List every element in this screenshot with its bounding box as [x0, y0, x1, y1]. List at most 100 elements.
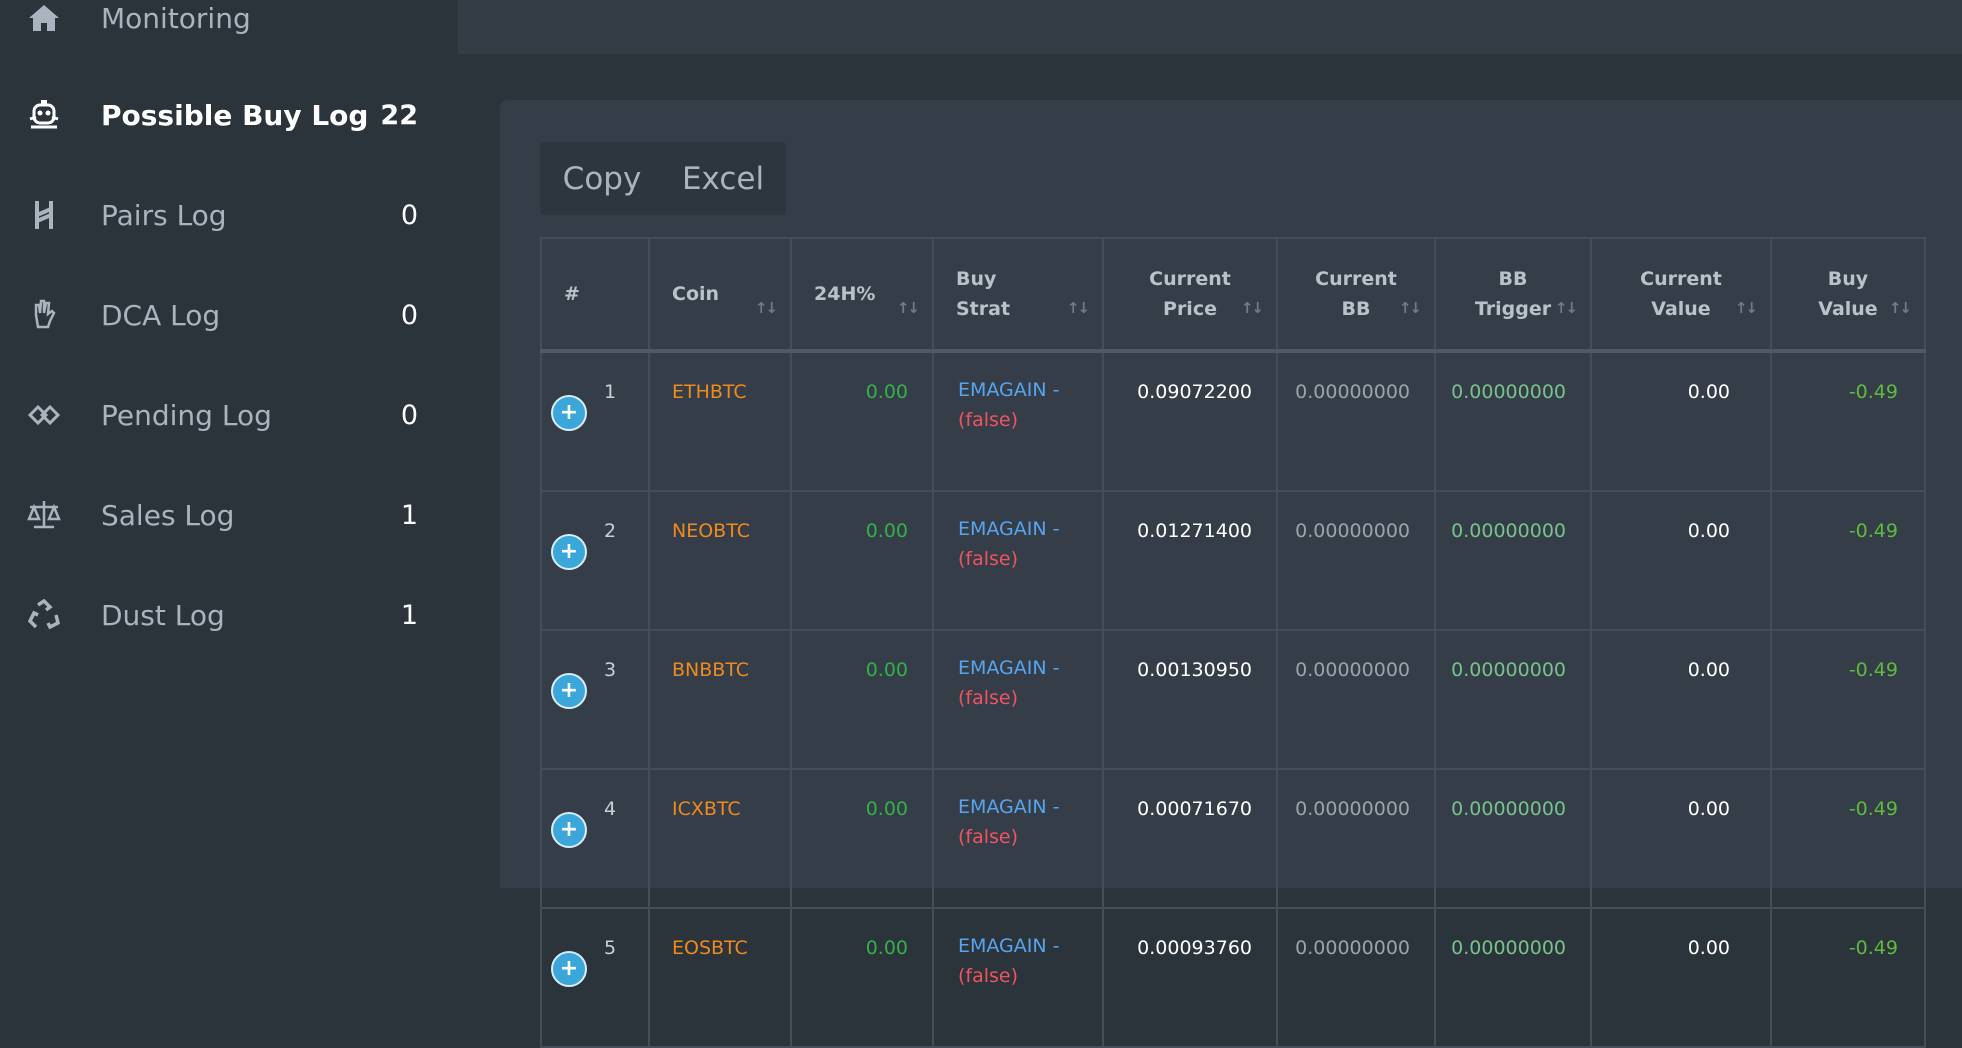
sidebar-item-count: 22	[380, 99, 418, 131]
sort-icon: ↑↓	[1888, 299, 1912, 317]
buy-value-cell: -0.49	[1770, 629, 1926, 770]
sidebar-item-label: Sales Log	[101, 498, 235, 532]
strategy-flag: (false)	[958, 548, 1019, 570]
column-header-buy-value[interactable]: Buy Value ↑↓	[1770, 237, 1926, 353]
sidebar-item-monitoring[interactable]: Monitoring	[0, 0, 458, 68]
current-value-cell: 0.00	[1590, 768, 1772, 909]
expand-row-button[interactable]: +	[551, 673, 587, 709]
sort-icon: ↑↓	[754, 299, 778, 317]
column-header-current-value[interactable]: Current Value ↑↓	[1590, 237, 1772, 353]
sidebar-item-sales-log[interactable]: Sales Log 1	[0, 465, 458, 565]
change-24h-cell: 0.00	[790, 768, 934, 909]
column-header-24h[interactable]: 24H% ↑↓	[790, 237, 934, 353]
sort-icon: ↑↓	[1240, 299, 1264, 317]
sort-icon: ↑↓	[1398, 299, 1422, 317]
expand-row-button[interactable]: +	[551, 534, 587, 570]
coin-cell: ETHBTC	[648, 350, 792, 492]
row-number: 3	[604, 659, 617, 681]
change-24h-cell: 0.00	[790, 350, 934, 492]
strategy-flag: (false)	[958, 965, 1019, 987]
row-number: 5	[604, 937, 617, 959]
buy-strat-cell: EMAGAIN - (false)	[932, 490, 1104, 631]
sidebar-item-label: DCA Log	[101, 298, 221, 332]
robot-icon	[22, 93, 66, 137]
buy-value-cell: -0.49	[1770, 768, 1926, 909]
sidebar-item-count: 1	[400, 599, 418, 631]
export-button-group: Copy Excel	[540, 142, 786, 215]
current-value-cell: 0.00	[1590, 907, 1772, 1048]
sidebar-item-possible-buy-log[interactable]: Possible Buy Log 22	[0, 65, 458, 165]
sidebar-item-dust-log[interactable]: Dust Log 1	[0, 565, 458, 665]
current-price-cell: 0.01271400	[1102, 490, 1278, 631]
excel-button[interactable]: Excel	[664, 142, 782, 215]
buy-strat-cell: EMAGAIN - (false)	[932, 350, 1104, 492]
buy-value-cell: -0.49	[1770, 350, 1926, 492]
row-number: 4	[604, 798, 617, 820]
table-row[interactable]: + 4 ICXBTC 0.00 EMAGAIN - (false) 0.0007…	[540, 768, 1926, 909]
current-bb-cell: 0.00000000	[1276, 490, 1436, 631]
expand-row-button[interactable]: +	[551, 812, 587, 848]
row-number: 1	[604, 381, 617, 403]
bb-trigger-cell: 0.00000000	[1434, 629, 1592, 770]
possible-buy-table: # Coin ↑↓ 24H% ↑↓ Buy Strat ↑↓ Current P…	[540, 237, 1926, 1048]
current-price-cell: 0.00071670	[1102, 768, 1278, 909]
recycle-icon	[22, 593, 66, 637]
table-row[interactable]: + 2 NEOBTC 0.00 EMAGAIN - (false) 0.0127…	[540, 490, 1926, 631]
column-header-current-price[interactable]: Current Price ↑↓	[1102, 237, 1278, 353]
pairs-icon	[22, 193, 66, 237]
change-24h-cell: 0.00	[790, 490, 934, 631]
row-number-cell: + 5	[540, 907, 650, 1048]
buy-value-cell: -0.49	[1770, 490, 1926, 631]
buy-strat-cell: EMAGAIN - (false)	[932, 629, 1104, 770]
row-number-cell: + 3	[540, 629, 650, 770]
coin-cell: ICXBTC	[648, 768, 792, 909]
sidebar: Monitoring Possible Buy Log 22 Pairs Log…	[0, 0, 458, 888]
column-header-coin[interactable]: Coin ↑↓	[648, 237, 792, 353]
pending-icon	[22, 393, 66, 437]
home-icon	[22, 0, 66, 40]
sidebar-item-count: 1	[400, 499, 418, 531]
change-24h-cell: 0.00	[790, 629, 934, 770]
sidebar-item-label: Possible Buy Log	[101, 98, 369, 132]
bb-trigger-cell: 0.00000000	[1434, 907, 1592, 1048]
table-row[interactable]: + 5 EOSBTC 0.00 EMAGAIN - (false) 0.0009…	[540, 907, 1926, 1048]
table-header-row: # Coin ↑↓ 24H% ↑↓ Buy Strat ↑↓ Current P…	[540, 237, 1926, 353]
change-24h-cell: 0.00	[790, 907, 934, 1048]
coin-cell: BNBBTC	[648, 629, 792, 770]
hand-icon	[22, 293, 66, 337]
buy-strat-cell: EMAGAIN - (false)	[932, 768, 1104, 909]
strategy-name: EMAGAIN -	[958, 518, 1060, 540]
row-number: 2	[604, 520, 617, 542]
sidebar-item-label: Pairs Log	[101, 198, 227, 232]
sidebar-item-pending-log[interactable]: Pending Log 0	[0, 365, 458, 465]
column-header-current-bb[interactable]: Current BB ↑↓	[1276, 237, 1436, 353]
coin-cell: NEOBTC	[648, 490, 792, 631]
sidebar-item-label: Monitoring	[101, 1, 251, 35]
sidebar-item-label: Dust Log	[101, 598, 225, 632]
sidebar-item-pairs-log[interactable]: Pairs Log 0	[0, 165, 458, 265]
current-price-cell: 0.00130950	[1102, 629, 1278, 770]
sort-icon: ↑↓	[1066, 299, 1090, 317]
column-header-number[interactable]: #	[540, 237, 650, 353]
sort-icon: ↑↓	[1554, 299, 1578, 317]
current-value-cell: 0.00	[1590, 629, 1772, 770]
current-value-cell: 0.00	[1590, 490, 1772, 631]
coin-cell: EOSBTC	[648, 907, 792, 1048]
buy-strat-cell: EMAGAIN - (false)	[932, 907, 1104, 1048]
strategy-name: EMAGAIN -	[958, 796, 1060, 818]
bb-trigger-cell: 0.00000000	[1434, 490, 1592, 631]
expand-row-button[interactable]: +	[551, 951, 587, 987]
table-row[interactable]: + 1 ETHBTC 0.00 EMAGAIN - (false) 0.0907…	[540, 350, 1926, 492]
table-row[interactable]: + 3 BNBBTC 0.00 EMAGAIN - (false) 0.0013…	[540, 629, 1926, 770]
column-header-bb-trigger[interactable]: BB Trigger ↑↓	[1434, 237, 1592, 353]
copy-button[interactable]: Copy	[540, 142, 664, 215]
current-price-cell: 0.09072200	[1102, 350, 1278, 492]
sidebar-item-count: 0	[400, 199, 418, 231]
strategy-name: EMAGAIN -	[958, 379, 1060, 401]
current-price-cell: 0.00093760	[1102, 907, 1278, 1048]
current-bb-cell: 0.00000000	[1276, 768, 1436, 909]
sort-icon: ↑↓	[1734, 299, 1758, 317]
column-header-buy-strat[interactable]: Buy Strat ↑↓	[932, 237, 1104, 353]
expand-row-button[interactable]: +	[551, 395, 587, 431]
sidebar-item-dca-log[interactable]: DCA Log 0	[0, 265, 458, 365]
